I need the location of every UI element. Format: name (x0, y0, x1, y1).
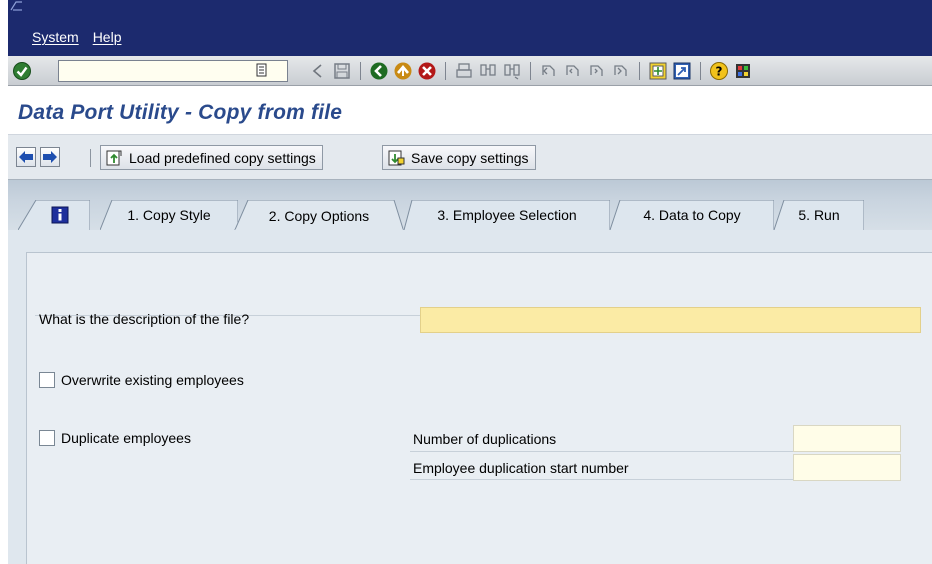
next-page-icon[interactable] (587, 61, 607, 81)
svg-text:?: ? (716, 65, 723, 79)
create-session-icon[interactable] (648, 61, 668, 81)
help-icon[interactable]: ? (709, 61, 729, 81)
window-menu-icon[interactable] (10, 0, 24, 12)
tab-employee-selection-label: 3. Employee Selection (437, 207, 577, 223)
next-step-button[interactable] (40, 147, 60, 167)
overwrite-label: Overwrite existing employees (61, 372, 244, 388)
customize-layout-icon[interactable] (733, 61, 753, 81)
tab-data-to-copy[interactable]: 4. Data to Copy (610, 200, 774, 230)
toolbar-separator (90, 149, 91, 167)
back-icon[interactable] (369, 61, 389, 81)
tab-content-panel: What is the description of the file? Ove… (8, 230, 932, 564)
standard-toolbar: ? (8, 56, 932, 86)
load-copy-settings-button[interactable]: Load predefined copy settings (100, 145, 323, 170)
last-page-icon[interactable] (611, 61, 631, 81)
menu-help[interactable]: Help (93, 29, 122, 45)
load-copy-settings-label: Load predefined copy settings (129, 149, 316, 166)
duplicate-label: Duplicate employees (61, 430, 191, 446)
exit-icon[interactable] (393, 61, 413, 81)
arrow-right-icon (43, 151, 57, 163)
shortcut-icon[interactable] (672, 61, 692, 81)
tab-info[interactable] (18, 200, 90, 230)
find-next-icon[interactable] (502, 61, 522, 81)
menu-bar: System Help (8, 0, 932, 56)
tab-data-to-copy-label: 4. Data to Copy (643, 207, 741, 223)
start-number-input[interactable] (793, 454, 901, 481)
sap-window: System Help ? Data Port Utility - Copy f… (0, 0, 932, 564)
copy-options-form: What is the description of the file? Ove… (26, 252, 932, 564)
save-copy-settings-label: Save copy settings (411, 149, 529, 166)
menu-system[interactable]: System (32, 29, 79, 45)
info-icon (51, 206, 69, 224)
save-settings-icon (388, 150, 405, 165)
overwrite-checkbox[interactable] (39, 372, 55, 388)
application-toolbar: Load predefined copy settings Save copy … (8, 135, 932, 180)
title-bar: Data Port Utility - Copy from file (8, 97, 932, 135)
find-icon[interactable] (478, 61, 498, 81)
previous-step-button[interactable] (16, 147, 36, 167)
tab-copy-options[interactable]: 2. Copy Options (234, 200, 404, 232)
enter-check-icon[interactable] (12, 61, 32, 81)
previous-page-icon[interactable] (563, 61, 583, 81)
command-history-icon[interactable] (253, 62, 271, 78)
save-icon[interactable] (332, 61, 352, 81)
duplicate-checkbox[interactable] (39, 430, 55, 446)
tab-strip: 1. Copy Style 2. Copy Options 3. Employe… (8, 180, 932, 232)
description-label: What is the description of the file? (39, 311, 250, 327)
back-arrow-icon[interactable] (308, 61, 328, 81)
page-title: Data Port Utility - Copy from file (18, 101, 343, 124)
load-settings-icon (106, 150, 122, 165)
tab-copy-style[interactable]: 1. Copy Style (100, 200, 238, 230)
arrow-left-icon (19, 151, 33, 163)
first-page-icon[interactable] (539, 61, 559, 81)
tab-copy-style-label: 1. Copy Style (127, 207, 211, 223)
num-duplications-input[interactable] (793, 425, 901, 452)
num-duplications-label: Number of duplications (413, 431, 557, 447)
tab-employee-selection[interactable]: 3. Employee Selection (404, 200, 610, 230)
save-copy-settings-button[interactable]: Save copy settings (382, 145, 536, 170)
tab-run-label: 5. Run (798, 207, 840, 223)
start-number-label: Employee duplication start number (413, 460, 629, 476)
cancel-icon[interactable] (417, 61, 437, 81)
print-icon[interactable] (454, 61, 474, 81)
tab-run[interactable]: 5. Run (774, 200, 864, 230)
file-description-input[interactable] (420, 307, 921, 333)
tab-copy-options-label: 2. Copy Options (268, 208, 370, 224)
